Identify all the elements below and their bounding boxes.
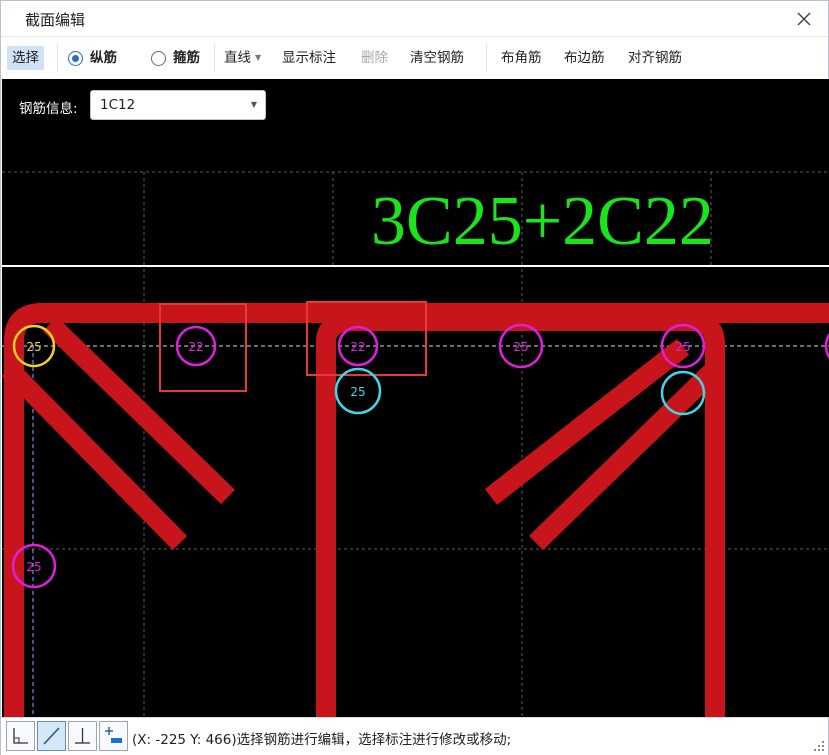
chevron-down-icon: ▼	[250, 100, 257, 109]
rebar-label: 25	[675, 340, 690, 354]
align-rebar-button[interactable]: 对齐钢筋	[628, 46, 682, 70]
status-bar: (X: -225 Y: 466)选择钢筋进行编辑，选择标注进行修改或移动;	[1, 717, 828, 755]
rebar-label: 25	[26, 560, 41, 574]
title-bar: 截面编辑	[1, 1, 828, 37]
rebar-label: 22	[188, 340, 203, 354]
rebar-dot[interactable]: 22	[175, 325, 217, 367]
status-text: (X: -225 Y: 466)选择钢筋进行编辑，选择标注进行修改或移动;	[132, 732, 512, 748]
perpendicular-button[interactable]	[68, 721, 97, 751]
rebar-label: 25	[26, 340, 41, 354]
line-mode-label: 直线	[224, 50, 251, 66]
toolbar-separator	[214, 44, 215, 72]
rebar-dot[interactable]: 22	[337, 325, 379, 367]
add-point-button[interactable]	[99, 721, 128, 751]
resize-grip-icon[interactable]	[814, 741, 824, 751]
drawing-canvas[interactable]: 3C25+2C22 25 22 22 25 25 25 25 钢筋信息: 1C1…	[2, 79, 829, 717]
edge-rebar-button[interactable]: 布边筋	[564, 46, 605, 70]
rebar-info-select[interactable]: 1C12 ▼	[90, 90, 266, 120]
perpendicular-icon	[75, 728, 90, 744]
section-editor-window: 截面编辑 选择 纵筋 箍筋 直线 ▼ 显示标注 删除 清空钢筋 布角筋 布边筋 对…	[0, 0, 829, 755]
stirrup-shapes[interactable]	[2, 303, 829, 717]
add-point-icon	[105, 727, 122, 743]
rebar-info-label: 钢筋信息:	[19, 101, 78, 117]
orthogonal-corner-icon	[13, 728, 28, 744]
toolbar: 选择 纵筋 箍筋 直线 ▼ 显示标注 删除 清空钢筋 布角筋 布边筋 对齐钢筋	[1, 38, 828, 78]
toolbar-separator	[57, 44, 58, 72]
line-mode-dropdown[interactable]: 直线 ▼	[224, 46, 261, 70]
chevron-down-icon: ▼	[255, 53, 262, 62]
clear-rebar-button[interactable]: 清空钢筋	[410, 46, 464, 70]
stirrup-radio[interactable]	[151, 51, 166, 66]
section-drawing[interactable]: 3C25+2C22 25 22 22 25 25 25 25	[2, 79, 829, 717]
longitudinal-radio[interactable]	[68, 51, 83, 66]
corner-rebar-button[interactable]: 布角筋	[501, 46, 542, 70]
close-icon	[797, 12, 811, 26]
diagonal-line-button[interactable]	[37, 721, 66, 751]
rebar-info-value: 1C12	[100, 97, 136, 113]
stirrup-label[interactable]: 箍筋	[173, 46, 200, 70]
rebar-label: 25	[350, 385, 365, 399]
toolbar-separator	[486, 44, 487, 72]
delete-button[interactable]: 删除	[361, 46, 388, 70]
rebar-annotation[interactable]: 3C25+2C22	[371, 183, 714, 260]
close-button[interactable]	[792, 7, 816, 31]
orthogonal-corner-button[interactable]	[6, 721, 35, 751]
longitudinal-label[interactable]: 纵筋	[90, 46, 117, 70]
rebar-label: 25	[513, 340, 528, 354]
rebar-label: 22	[350, 340, 365, 354]
diagonal-line-icon	[43, 727, 60, 745]
show-label-button[interactable]: 显示标注	[282, 46, 336, 70]
window-title: 截面编辑	[25, 11, 86, 29]
select-button[interactable]: 选择	[7, 46, 44, 70]
